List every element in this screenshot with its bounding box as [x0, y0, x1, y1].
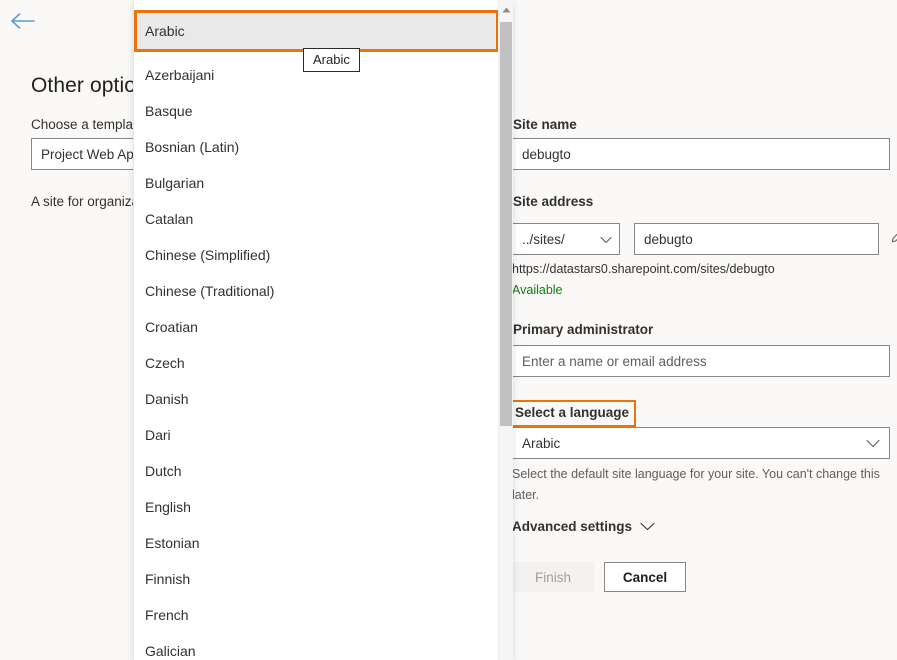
caret-up-icon[interactable]: [499, 3, 513, 17]
site-address-edit-button[interactable]: [886, 227, 897, 251]
cancel-button[interactable]: Cancel: [604, 562, 686, 592]
language-option[interactable]: English: [134, 490, 499, 524]
language-option[interactable]: Galician: [134, 634, 499, 660]
site-path-value: ../sites/: [522, 231, 565, 247]
language-option[interactable]: Finnish: [134, 562, 499, 596]
back-button[interactable]: [6, 6, 40, 36]
language-option[interactable]: French: [134, 598, 499, 632]
language-select[interactable]: Arabic: [512, 427, 890, 459]
language-option[interactable]: Chinese (Traditional): [134, 274, 499, 308]
language-label: Select a language: [515, 405, 630, 420]
primary-administrator-label: Primary administrator: [513, 322, 654, 337]
choose-template-label: Choose a template: [31, 117, 145, 132]
pencil-icon: [890, 229, 897, 249]
form-button-row: Finish Cancel: [512, 562, 686, 592]
language-option[interactable]: Czech: [134, 346, 499, 380]
site-creation-form: Site name debugto Site address ../sites/…: [512, 0, 897, 660]
site-name-input[interactable]: debugto: [512, 138, 890, 170]
language-option[interactable]: Croatian: [134, 310, 499, 344]
language-option-list: Arabic Azerbaijani Basque Bosnian (Latin) Bu…: [134, 0, 499, 660]
primary-administrator-input[interactable]: Enter a name or email address: [512, 345, 890, 377]
language-tooltip: Arabic: [303, 48, 360, 72]
language-option[interactable]: Dari: [134, 418, 499, 452]
site-name-value: debugto: [522, 146, 571, 162]
site-address-label: Site address: [513, 194, 594, 209]
language-select-value: Arabic: [522, 435, 561, 451]
site-name-label: Site name: [513, 117, 577, 132]
site-url-input[interactable]: debugto: [634, 223, 879, 255]
language-option[interactable]: Bosnian (Latin): [134, 130, 499, 164]
language-dropdown-panel[interactable]: Arabic Azerbaijani Basque Bosnian (Latin) Bu…: [133, 0, 513, 660]
language-option[interactable]: Dutch: [134, 454, 499, 488]
advanced-settings-toggle[interactable]: Advanced settings: [512, 519, 655, 534]
site-address-row: ../sites/ debugto: [512, 223, 897, 257]
language-option[interactable]: Basque: [134, 94, 499, 128]
chevron-down-icon: [600, 232, 612, 247]
language-option[interactable]: Catalan: [134, 202, 499, 236]
site-url-value: debugto: [644, 231, 693, 247]
site-path-select[interactable]: ../sites/: [512, 223, 620, 255]
language-option[interactable]: Chinese (Simplified): [134, 238, 499, 272]
language-label-highlight: Select a language: [509, 400, 637, 427]
language-option-selected[interactable]: Arabic: [134, 10, 499, 52]
chevron-down-icon: [866, 436, 880, 451]
dropdown-scrollbar-thumb[interactable]: [500, 22, 512, 426]
arrow-left-icon: [10, 12, 36, 30]
chevron-down-icon: [640, 519, 655, 534]
site-url-preview: https://datastars0.sharepoint.com/sites/…: [512, 262, 775, 276]
language-help-text: Select the default site language for you…: [512, 467, 880, 502]
language-option[interactable]: Danish: [134, 382, 499, 416]
dropdown-scrollbar[interactable]: [498, 0, 513, 660]
site-url-availability: Available: [512, 283, 563, 297]
advanced-settings-label: Advanced settings: [512, 519, 633, 534]
primary-administrator-placeholder: Enter a name or email address: [522, 353, 707, 369]
language-option[interactable]: Estonian: [134, 526, 499, 560]
finish-button[interactable]: Finish: [512, 562, 594, 592]
language-option[interactable]: Bulgarian: [134, 166, 499, 200]
